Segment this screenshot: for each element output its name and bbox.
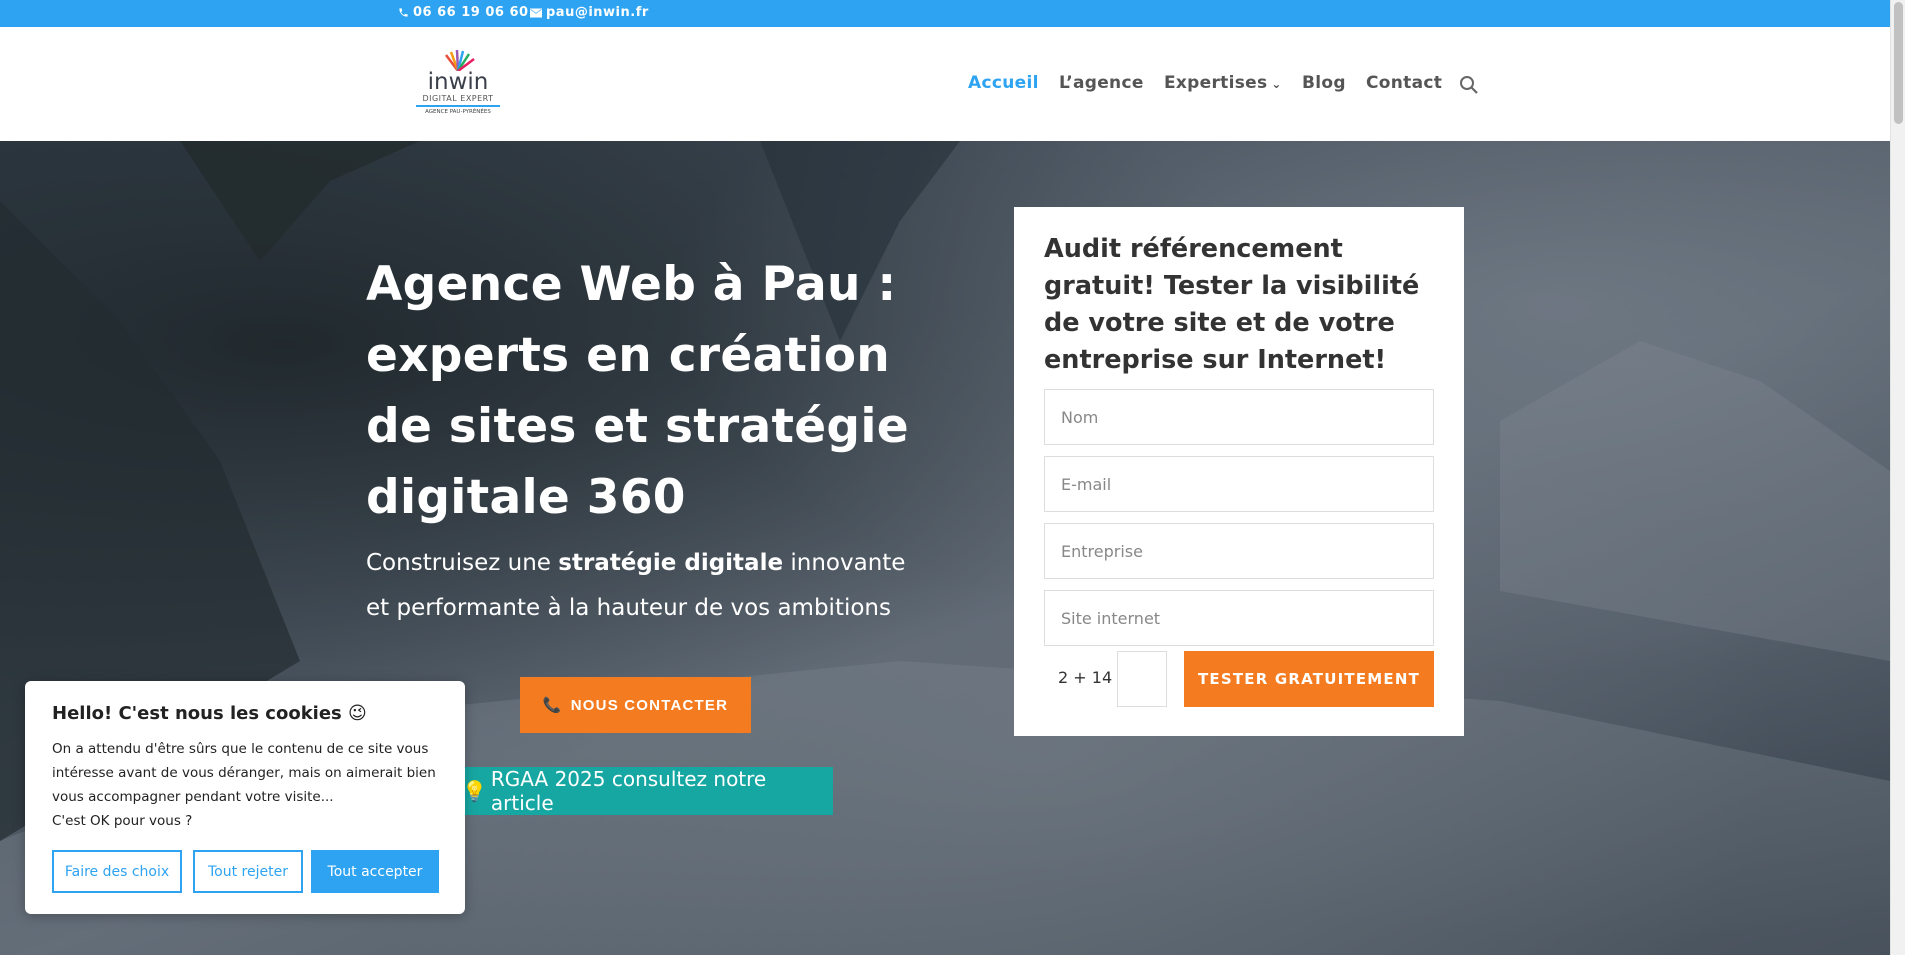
cookie-accept-button[interactable]: Tout accepter: [311, 850, 439, 893]
logo-subtagline: AGENCE PAU-PYRÉNÉES: [425, 109, 491, 115]
nav-item-expertises-label: Expertises: [1164, 73, 1268, 93]
contact-button-label: NOUS CONTACTER: [570, 696, 729, 714]
cookie-text-question: C'est OK pour vous ?: [52, 813, 193, 829]
search-icon[interactable]: [1458, 74, 1480, 96]
hero-subtitle: Construisez une stratégie digitale innov…: [366, 541, 926, 631]
test-free-button[interactable]: TESTER GRATUITEMENT: [1184, 651, 1434, 707]
phone-number: 06 66 19 06 60: [413, 5, 529, 20]
nav-item-contact[interactable]: Contact: [1366, 73, 1442, 93]
email-field[interactable]: E-mail: [1044, 456, 1434, 512]
cookie-choices-button[interactable]: Faire des choix: [52, 850, 182, 893]
mail-icon: [530, 8, 542, 17]
hero-sub-bold: stratégie digitale: [558, 550, 784, 576]
company-field[interactable]: Entreprise: [1044, 523, 1434, 579]
cookie-text: On a attendu d'être sûrs que le contenu …: [52, 737, 452, 833]
name-field[interactable]: Nom: [1044, 389, 1434, 445]
main-nav: Accueil L’agence Expertises ⌄ Blog Contac…: [0, 73, 1890, 97]
hero-sub-before: Construisez une: [366, 550, 559, 576]
cookie-banner: Hello! C'est nous les cookies 😉 On a att…: [25, 681, 465, 914]
captcha-input[interactable]: [1117, 651, 1167, 707]
phone-icon: 📞: [542, 697, 563, 714]
nav-item-expertises[interactable]: Expertises ⌄: [1164, 73, 1282, 93]
cookie-title: Hello! C'est nous les cookies 😉: [52, 703, 367, 724]
top-bar: 06 66 19 06 60 pau@inwin.fr: [0, 0, 1890, 27]
rgaa-article-label: RGAA 2025 consultez notre article: [490, 767, 767, 815]
email-address: pau@inwin.fr: [546, 5, 649, 20]
site-header: inwin DIGITAL EXPERT AGENCE PAU-PYRÉNÉES…: [0, 27, 1890, 141]
nav-item-accueil[interactable]: Accueil: [968, 73, 1039, 93]
audit-heading: Audit référencement gratuit! Tester la v…: [1044, 234, 1420, 375]
nav-item-blog[interactable]: Blog: [1302, 73, 1346, 93]
rgaa-article-button[interactable]: 💡 RGAA 2025 consultez notre article: [460, 767, 833, 815]
page-scrollbar[interactable]: [1890, 0, 1905, 955]
logo-divider: [416, 105, 500, 107]
phone-icon: [399, 8, 408, 17]
lightbulb-icon: 💡: [462, 779, 487, 803]
nav-item-agence[interactable]: L’agence: [1059, 73, 1144, 93]
chevron-down-icon: ⌄: [1271, 77, 1282, 91]
topbar-phone[interactable]: 06 66 19 06 60: [398, 5, 529, 20]
scrollbar-thumb[interactable]: [1894, 2, 1903, 124]
audit-form: Audit référencement gratuit! Tester la v…: [1014, 207, 1464, 736]
hero-title: Agence Web à Pau : experts en création d…: [366, 257, 909, 525]
cookie-reject-button[interactable]: Tout rejeter: [193, 850, 303, 893]
topbar-email[interactable]: pau@inwin.fr: [530, 5, 649, 20]
contact-button[interactable]: 📞 NOUS CONTACTER: [520, 677, 751, 733]
logo-rays-icon: [445, 49, 475, 71]
cookie-text-main: On a attendu d'être sûrs que le contenu …: [52, 741, 436, 805]
website-field[interactable]: Site internet: [1044, 590, 1434, 646]
